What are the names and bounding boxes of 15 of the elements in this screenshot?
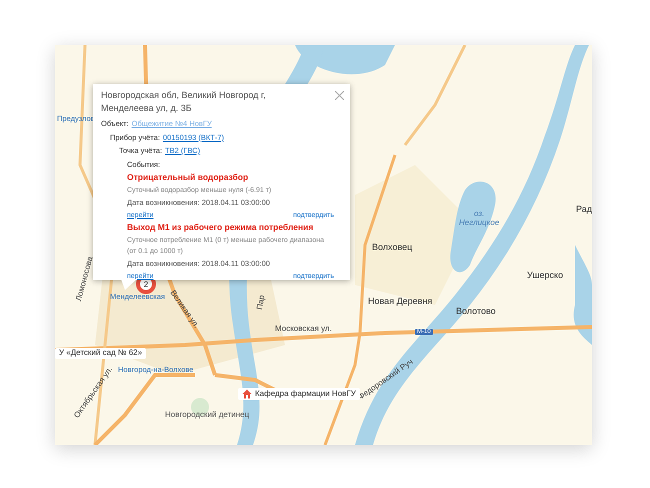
house-icon xyxy=(242,389,252,399)
map-label: Новая Деревня xyxy=(368,297,432,307)
map-label: У «Детский сад № 62» xyxy=(55,348,146,359)
map-label: Пар xyxy=(256,294,268,311)
map-label: Волховец xyxy=(372,243,412,253)
map-label: Волотово xyxy=(456,307,496,317)
event-title: Выход М1 из рабочего режима потребления xyxy=(127,220,314,234)
map-label: Московская ул. xyxy=(275,325,332,334)
address-text: Новгородская обл, Великий Новгород г, Менделеева ул, д. 3Б xyxy=(101,89,267,115)
close-icon[interactable] xyxy=(335,91,344,100)
map-label: Кафедра фармации НовГУ xyxy=(238,388,360,400)
map-label: Новгородский детинец xyxy=(165,411,250,420)
map-label: Ушерско xyxy=(527,271,564,281)
event-title: Отрицательный водоразбор xyxy=(127,170,250,184)
map-label: Рад xyxy=(576,205,592,215)
